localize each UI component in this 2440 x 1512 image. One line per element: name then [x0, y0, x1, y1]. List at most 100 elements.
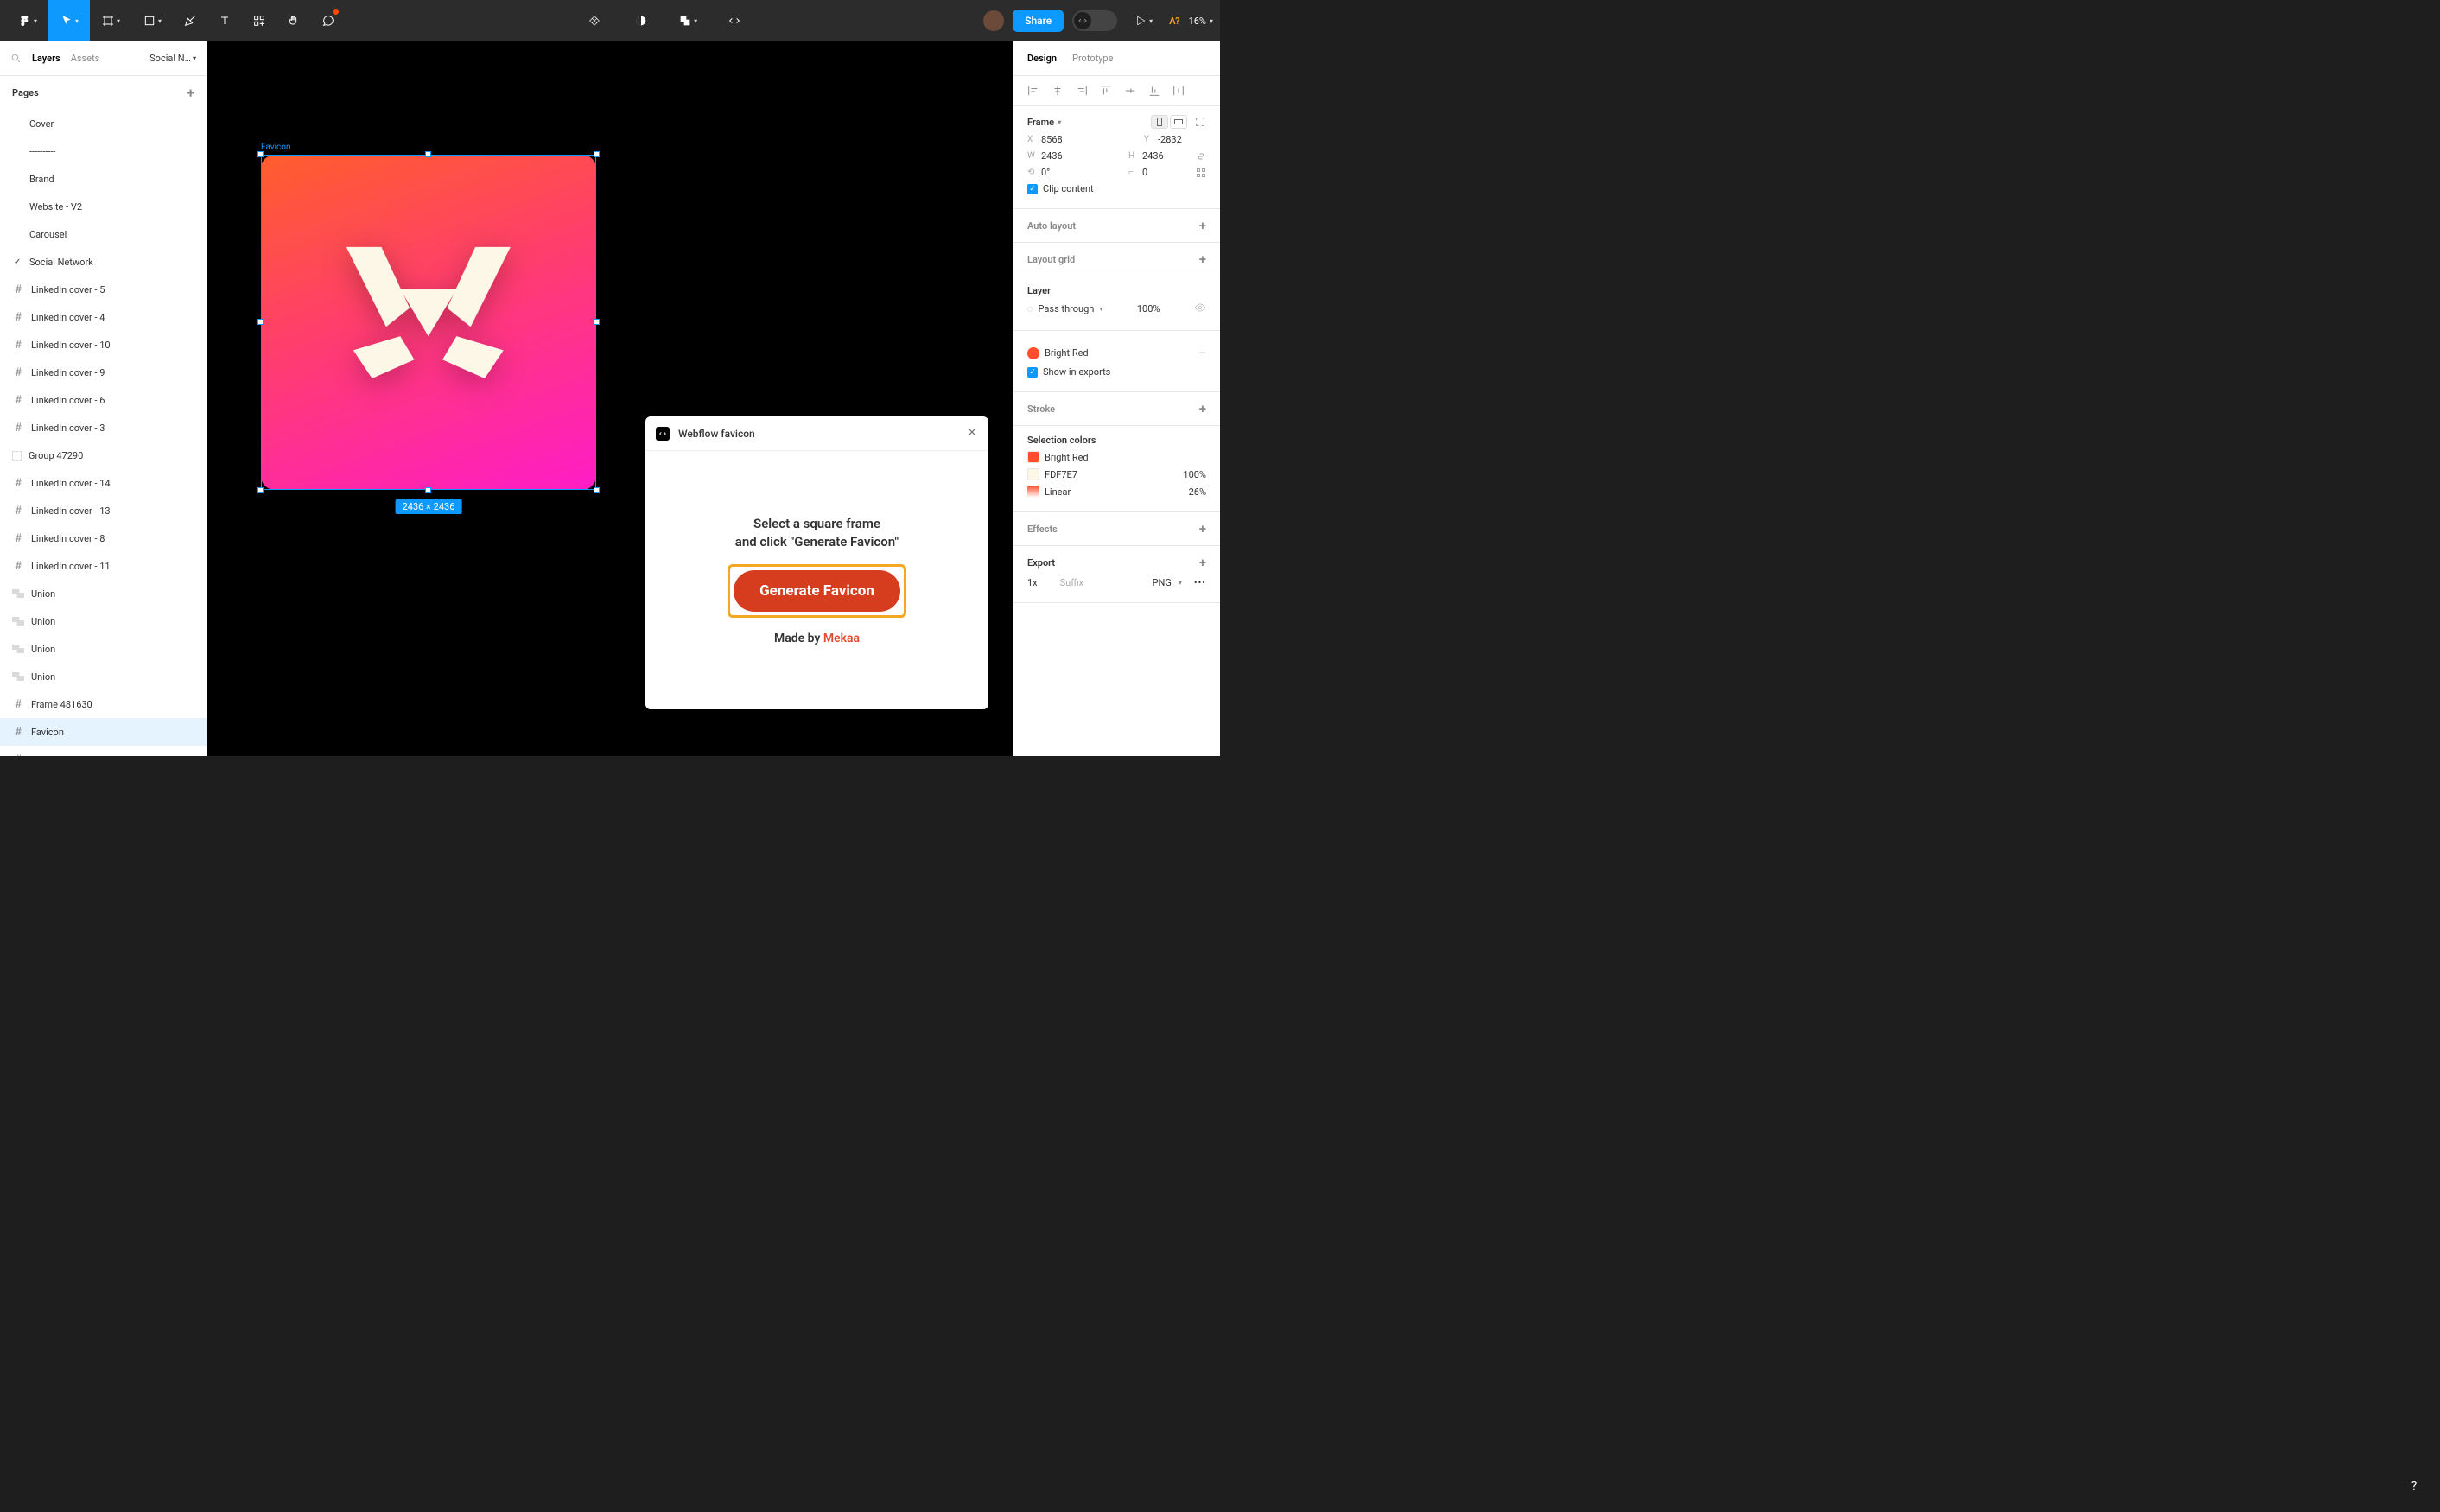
color-swatch[interactable] [1027, 451, 1039, 463]
move-tool[interactable]: ▾ [48, 0, 90, 41]
figma-menu[interactable]: ▾ [7, 0, 48, 41]
color-swatch[interactable] [1027, 468, 1039, 480]
add-effect[interactable]: + [1199, 521, 1206, 537]
resize-handle[interactable] [594, 151, 600, 157]
add-auto-layout[interactable]: + [1199, 218, 1206, 233]
height-input[interactable] [1142, 150, 1191, 162]
export-suffix[interactable]: Suffix [1060, 577, 1083, 588]
layer-row[interactable]: Favicon [0, 718, 207, 746]
author-link[interactable]: Mekaa [823, 632, 860, 645]
layer-row[interactable]: LinkedIn cover - 4 [0, 303, 207, 331]
mask-tool[interactable] [624, 0, 658, 41]
stroke-section[interactable]: Stroke+ [1013, 392, 1220, 426]
frame-label[interactable]: Favicon [261, 143, 290, 152]
align-top-icon[interactable] [1100, 85, 1112, 97]
align-right-icon[interactable] [1076, 85, 1088, 97]
x-input[interactable] [1041, 134, 1090, 145]
add-export[interactable]: + [1199, 555, 1206, 570]
design-tab[interactable]: Design [1027, 53, 1057, 64]
independent-corners-icon[interactable] [1196, 168, 1206, 178]
page-row[interactable]: Cover [0, 110, 207, 137]
orientation-landscape[interactable] [1170, 115, 1187, 129]
add-stroke[interactable]: + [1199, 401, 1206, 416]
resources-tool[interactable] [242, 0, 276, 41]
project-dropdown[interactable]: Social N…▾ [149, 53, 196, 64]
page-row[interactable]: Brand [0, 165, 207, 193]
detach-style[interactable]: − [1198, 345, 1206, 361]
shape-tool[interactable]: ▾ [131, 0, 173, 41]
prototype-tab[interactable]: Prototype [1072, 53, 1113, 64]
export-scale[interactable]: 1x [1027, 577, 1038, 588]
layer-row[interactable]: Frame 481630 [0, 690, 207, 718]
selection-color-row[interactable]: FDF7E7100% [1027, 468, 1206, 480]
fill-swatch[interactable] [1027, 347, 1039, 359]
selected-frame[interactable]: Favicon 2436 × 2436 [261, 155, 596, 490]
layer-row[interactable]: Group 47290 [0, 442, 207, 469]
pen-tool[interactable] [173, 0, 207, 41]
selection-color-row[interactable]: Bright Red [1027, 451, 1206, 463]
selection-color-row[interactable]: Linear26% [1027, 486, 1206, 498]
resize-handle[interactable] [594, 319, 600, 325]
page-row[interactable]: Carousel [0, 220, 207, 248]
align-hcenter-icon[interactable] [1052, 85, 1064, 97]
layout-grid-section[interactable]: Layout grid+ [1013, 243, 1220, 276]
text-tool[interactable] [207, 0, 242, 41]
opacity-input[interactable]: 100% [1137, 303, 1160, 314]
visibility-toggle[interactable] [1194, 302, 1206, 316]
align-left-icon[interactable] [1027, 85, 1039, 97]
clip-content-checkbox[interactable]: ✓ [1027, 184, 1038, 194]
width-input[interactable] [1041, 150, 1090, 162]
show-in-exports-checkbox[interactable]: ✓ [1027, 367, 1038, 378]
canvas[interactable]: Favicon 2436 × 2436 Webflow favicon [207, 41, 1013, 756]
orientation-portrait[interactable] [1151, 115, 1168, 129]
page-row[interactable]: ---------- [0, 137, 207, 165]
constrain-proportions-icon[interactable] [1196, 151, 1206, 162]
layer-row[interactable]: LinkedIn cover - 14 [0, 469, 207, 497]
component-insert[interactable] [577, 0, 612, 41]
assets-tab[interactable]: Assets [71, 53, 100, 64]
layer-row[interactable]: Union [0, 580, 207, 607]
effects-section[interactable]: Effects+ [1013, 512, 1220, 546]
frame-type-dropdown[interactable]: Frame [1027, 117, 1054, 128]
layer-row[interactable]: LinkedIn cover - 10 [0, 331, 207, 359]
layers-tab[interactable]: Layers [32, 53, 60, 64]
layer-row[interactable]: LinkedIn cover - 9 [0, 359, 207, 386]
layer-row[interactable]: LinkedIn cover - 13 [0, 497, 207, 524]
plugin-header[interactable]: Webflow favicon [645, 416, 988, 451]
fill-style-name[interactable]: Bright Red [1045, 347, 1089, 359]
dev-mode-icon[interactable] [717, 0, 752, 41]
corner-radius-input[interactable] [1142, 167, 1191, 178]
rotation-input[interactable] [1041, 167, 1090, 178]
missing-fonts-indicator[interactable]: A? [1169, 16, 1179, 27]
resize-handle[interactable] [425, 487, 431, 493]
boolean-tool[interactable]: ▾ [670, 0, 705, 41]
blend-mode-dropdown[interactable]: Pass through [1039, 303, 1095, 314]
user-avatar[interactable] [983, 10, 1004, 31]
layer-row[interactable]: Union [0, 663, 207, 690]
help-button[interactable]: ? [2402, 1474, 2426, 1498]
page-row[interactable]: Social Network [0, 248, 207, 276]
present-button[interactable]: ▾ [1126, 0, 1160, 41]
distribute-icon[interactable] [1172, 85, 1185, 97]
comment-tool[interactable] [311, 0, 346, 41]
align-bottom-icon[interactable] [1148, 85, 1160, 97]
align-vcenter-icon[interactable] [1124, 85, 1136, 97]
layer-row[interactable]: Frame 481629 [0, 746, 207, 756]
layer-row[interactable]: LinkedIn cover - 6 [0, 386, 207, 414]
color-swatch[interactable] [1027, 486, 1039, 498]
layer-row[interactable]: Union [0, 607, 207, 635]
y-input[interactable] [1158, 134, 1206, 145]
add-layout-grid[interactable]: + [1199, 251, 1206, 267]
plugin-close-button[interactable] [966, 425, 978, 442]
add-page-button[interactable]: + [187, 85, 194, 101]
layer-row[interactable]: LinkedIn cover - 5 [0, 276, 207, 303]
search-icon[interactable] [10, 53, 22, 64]
frame-tool[interactable]: ▾ [90, 0, 131, 41]
export-options[interactable]: ••• [1194, 577, 1206, 588]
resize-handle[interactable] [257, 151, 264, 157]
generate-favicon-button[interactable]: Generate Favicon [734, 570, 900, 612]
resize-handle[interactable] [425, 151, 431, 157]
zoom-level[interactable]: 16%▾ [1189, 16, 1213, 27]
share-button[interactable]: Share [1013, 10, 1064, 32]
layer-row[interactable]: Union [0, 635, 207, 663]
